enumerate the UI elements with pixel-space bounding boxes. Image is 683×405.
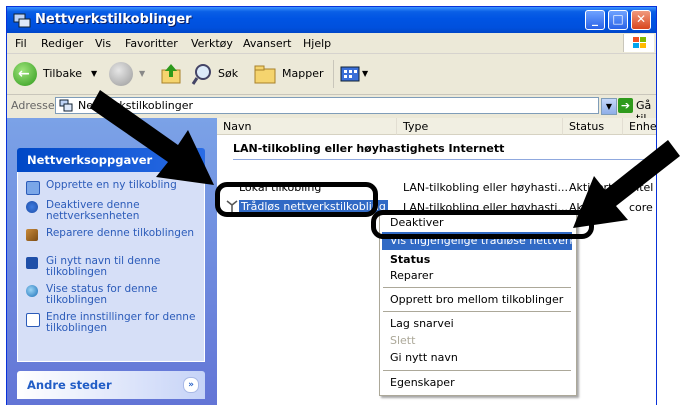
expand-chevron-icon: » [183, 377, 199, 393]
toolbar: ← Tilbake ▼ ▼ Søk Mapper ▼ [7, 54, 656, 95]
title-bar[interactable]: Nettverkstilkoblinger _ □ ✕ [7, 7, 656, 33]
folders-button[interactable]: Mapper [253, 60, 324, 88]
address-value: Nettverkstilkoblinger [78, 99, 193, 112]
menu-separator [383, 287, 571, 288]
address-dropdown-button[interactable]: ▼ [601, 98, 617, 115]
task-change-settings-label: Endre innstillinger for denne tilkobling… [46, 311, 196, 334]
row-device: core [629, 201, 653, 214]
highlight-ring-connection [215, 182, 378, 217]
window-title: Nettverkstilkoblinger [35, 12, 192, 27]
back-button[interactable]: ← Tilbake ▼ [11, 60, 103, 88]
address-input[interactable]: Nettverkstilkoblinger [55, 97, 599, 114]
task-rename-connection-label: Gi nytt navn til denne tilkoblingen [46, 255, 161, 278]
views-icon [340, 66, 360, 82]
up-folder-button[interactable] [159, 60, 185, 88]
network-tasks-title: Nettverksoppgaver [27, 153, 153, 167]
highlight-ring-menu-item [371, 210, 594, 239]
repair-wrench-icon [26, 229, 38, 241]
network-tasks-panel: Opprette en ny tilkobling Deaktivere den… [17, 172, 205, 362]
menu-help[interactable]: Hjelp [303, 37, 331, 50]
menu-advanced[interactable]: Avansert [243, 37, 291, 50]
menu-item-delete[interactable]: Slett [390, 334, 415, 347]
menu-item-status[interactable]: Status [390, 253, 430, 266]
row-status: Aktivert [569, 181, 613, 194]
group-header: LAN-tilkobling eller høyhastighets Inter… [233, 142, 505, 155]
row-device: Intel [629, 181, 654, 194]
menu-view[interactable]: Vis [95, 37, 111, 50]
menu-bar: Fil Rediger Vis Favoritter Verktøy Avans… [7, 33, 656, 54]
menu-separator [383, 311, 571, 312]
network-tasks-header[interactable]: Nettverksoppgaver [17, 148, 205, 172]
disable-icon [26, 201, 38, 213]
back-label: Tilbake [43, 67, 82, 80]
search-label: Søk [218, 67, 239, 80]
maximize-button[interactable]: □ [608, 10, 628, 30]
network-icon [13, 11, 31, 29]
column-name[interactable]: Navn [217, 118, 397, 135]
go-button[interactable]: ➔ Gå til [618, 97, 656, 125]
search-icon [191, 64, 211, 85]
new-connection-icon [26, 181, 40, 195]
menu-file[interactable]: Fil [15, 37, 27, 50]
address-bar: Adresse Nettverkstilkoblinger ▼ ➔ Gå til [7, 95, 656, 125]
windows-logo-icon [623, 34, 654, 52]
task-pane: Nettverksoppgaver Opprette en ny tilkobl… [7, 118, 217, 405]
search-button[interactable]: Søk [191, 60, 249, 88]
folders-label: Mapper [282, 67, 324, 80]
minimize-button[interactable]: _ [585, 10, 605, 30]
folders-icon [254, 65, 276, 84]
rename-icon [26, 257, 38, 269]
up-folder-icon [161, 64, 181, 84]
back-dropdown-icon: ▼ [91, 69, 98, 78]
menu-item-shortcut[interactable]: Lag snarvei [390, 317, 454, 330]
context-menu: Deaktiver Vis tilgjengelige trådløse net… [379, 212, 577, 396]
other-places-header[interactable]: Andre steder » [17, 371, 205, 399]
column-device[interactable]: Enhet [623, 118, 656, 135]
status-globe-icon [26, 285, 38, 297]
address-network-icon [59, 99, 73, 112]
forward-dropdown-icon: ▼ [139, 69, 146, 78]
views-dropdown-icon: ▼ [362, 69, 369, 78]
forward-button[interactable]: ▼ [107, 60, 151, 88]
views-button[interactable]: ▼ [333, 60, 372, 88]
column-type[interactable]: Type [397, 118, 563, 135]
task-view-status-label: Vise status for denne tilkoblingen [46, 283, 158, 306]
menu-edit[interactable]: Rediger [41, 37, 83, 50]
go-arrow-icon: ➔ [618, 98, 633, 113]
menu-tools[interactable]: Verktøy [191, 37, 233, 50]
menu-separator [383, 370, 571, 371]
menu-item-rename[interactable]: Gi nytt navn [390, 351, 458, 364]
settings-icon [26, 313, 40, 327]
menu-item-bridge[interactable]: Opprett bro mellom tilkoblinger [390, 293, 563, 306]
task-repair-connection-label: Reparere denne tilkoblingen [46, 227, 195, 239]
other-places-title: Andre steder [27, 378, 112, 392]
menu-favorites[interactable]: Favoritter [125, 37, 178, 50]
forward-arrow-icon [109, 62, 133, 86]
menu-item-properties[interactable]: Egenskaper [390, 376, 455, 389]
group-divider [233, 159, 656, 160]
back-arrow-glyph: ← [18, 66, 30, 82]
menu-item-repair[interactable]: Reparer [390, 269, 433, 282]
address-label: Adresse [11, 99, 55, 112]
close-button[interactable]: ✕ [631, 10, 651, 30]
row-type: LAN-tilkobling eller høyhasti... [403, 181, 568, 194]
column-status[interactable]: Status [563, 118, 623, 135]
task-disable-device-label: Deaktivere denne nettverksenheten [46, 199, 140, 222]
task-create-connection-label: Opprette en ny tilkobling [46, 179, 177, 191]
